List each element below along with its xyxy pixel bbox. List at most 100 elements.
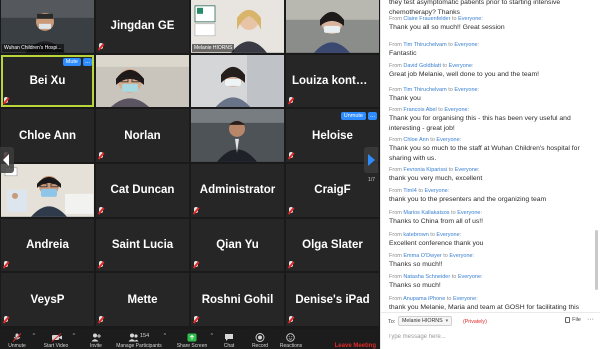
more-options-icon[interactable]: ··· xyxy=(587,316,594,323)
sender-name[interactable]: Chloe Ann xyxy=(403,137,428,143)
participant-name: Saint Lucia xyxy=(111,238,174,251)
participant-name: Chloe Ann xyxy=(18,129,77,142)
chevron-up-icon[interactable]: ^ xyxy=(33,333,35,339)
sender-name[interactable]: Claire Frauenfelder xyxy=(403,16,450,22)
recipient-dropdown[interactable]: Melanie HIORNS ▾ xyxy=(398,316,453,326)
chat-message-header: From Fevronia Kiparissi to Everyone: xyxy=(389,167,480,173)
participant-tile[interactable] xyxy=(191,54,284,108)
participant-tile[interactable]: Saint Lucia xyxy=(96,218,189,272)
start-video-button[interactable]: Start Video ^ xyxy=(42,329,75,349)
chat-message-text: Thank you all so much!! Great session xyxy=(389,24,505,32)
chevron-up-icon[interactable]: ^ xyxy=(73,333,75,339)
participant-tile[interactable]: Melanie HIORNS xyxy=(191,0,284,53)
participant-name: Qian Yu xyxy=(216,238,259,251)
to-word: to xyxy=(451,210,456,216)
unmute-label: Unmute xyxy=(8,343,26,349)
reactions-label: Reactions xyxy=(279,343,303,349)
participant-tile[interactable]: Louiza kontara i... xyxy=(286,54,379,108)
chat-message-text: Thanks so much! xyxy=(389,282,441,290)
invite-button[interactable]: Invite xyxy=(88,329,104,349)
participant-tile[interactable]: Denise's iPad xyxy=(286,273,379,326)
sender-name[interactable]: TimI4 xyxy=(403,188,417,194)
sender-name[interactable]: Marios Kallakatsos xyxy=(403,210,449,216)
tile-mute-button[interactable]: Unmute xyxy=(340,112,366,121)
sender-name[interactable]: Tim Thiruchelvam xyxy=(403,87,446,93)
more-options-icon[interactable]: ... xyxy=(367,112,377,121)
reactions-button[interactable]: Reactions xyxy=(280,329,302,349)
to-word: to xyxy=(451,274,457,280)
next-page-arrow-icon[interactable] xyxy=(364,147,378,173)
participant-name: Cat Duncan xyxy=(110,184,175,197)
chat-message-input[interactable] xyxy=(388,331,588,343)
start-video-label: Start Video xyxy=(43,343,69,349)
participant-tile[interactable] xyxy=(96,54,189,108)
sender-name[interactable]: Fevronia Kiparissi xyxy=(403,167,447,173)
chat-button[interactable]: Chat xyxy=(222,329,236,349)
microphone-muted-icon xyxy=(3,261,9,269)
tile-hover-controls: Mute... xyxy=(62,57,92,66)
chat-message: From Tim Thiruchelvam to Everyone: Thank … xyxy=(389,87,595,104)
chat-bubble-icon xyxy=(224,333,234,342)
microphone-muted-icon xyxy=(288,151,294,160)
participant-tile[interactable]: Chloe Ann xyxy=(1,109,94,162)
participant-name: Norlan xyxy=(124,129,161,142)
chevron-up-icon[interactable]: ^ xyxy=(211,333,213,339)
participant-name: CraigF xyxy=(314,184,351,197)
to-word: to xyxy=(442,63,448,69)
add-user-icon xyxy=(91,333,101,342)
participant-name-label: Melanie HIORNS xyxy=(192,43,235,52)
participant-tile[interactable]: Qian Yu xyxy=(191,218,284,272)
participant-tile[interactable]: Wuhan Children's Hospi... xyxy=(1,0,94,53)
sender-name[interactable]: Francois Abel xyxy=(403,107,436,113)
participant-tile[interactable] xyxy=(286,0,379,53)
from-label: From xyxy=(389,87,402,93)
chat-message-header: From Tim Thiruchelvam to Everyone: xyxy=(389,42,480,48)
file-icon xyxy=(565,317,571,323)
participant-tile[interactable]: Jingdan GE xyxy=(96,0,189,53)
participant-name-label: Wuhan Children's Hospi... xyxy=(2,43,64,52)
file-button[interactable]: File xyxy=(565,317,581,323)
sender-name[interactable]: katebrown xyxy=(403,232,428,238)
chat-message-text: Thanks to China from all of us!! xyxy=(389,218,484,226)
participant-tile[interactable]: Roshni Gohil xyxy=(191,273,284,326)
participant-tile[interactable] xyxy=(1,163,94,217)
chat-message-list[interactable]: they test asymptomatic patients prior to… xyxy=(381,0,595,312)
share-screen-label: Share Screen xyxy=(176,343,208,349)
sender-name[interactable]: Emma O'Dwyer xyxy=(403,253,441,259)
chat-message-text: thank you to the presenters and the orga… xyxy=(389,196,547,204)
participant-tile[interactable]: Olga Slater xyxy=(286,218,379,272)
sender-name[interactable]: Tim Thiruchelvam xyxy=(403,42,446,48)
recipient-name: Everyone xyxy=(436,232,460,238)
more-options-icon[interactable]: ... xyxy=(82,57,92,66)
record-button[interactable]: Record xyxy=(252,329,268,349)
sender-name[interactable]: David Goldblatt xyxy=(403,63,441,69)
participant-tile[interactable]: Administrator xyxy=(191,163,284,217)
sender-name[interactable]: Natasha Schneider xyxy=(403,274,450,280)
leave-meeting-button[interactable]: Leave Meeting xyxy=(335,329,376,349)
to-word: to xyxy=(448,42,453,48)
chat-label: Chat xyxy=(223,343,235,349)
to-word: to xyxy=(430,137,435,143)
participant-tile[interactable]: Bei Xu Mute... xyxy=(1,54,94,108)
to-word: to xyxy=(446,296,452,302)
tile-mute-button[interactable]: Mute xyxy=(62,57,81,66)
participant-tile[interactable]: Cat Duncan xyxy=(96,163,189,217)
share-screen-button[interactable]: Share Screen ^ xyxy=(176,329,213,349)
chat-message: they test asymptomatic patients prior to… xyxy=(389,0,595,17)
participant-tile[interactable]: Andreia xyxy=(1,218,94,272)
manage-participants-button[interactable]: 154 Manage Participants ^ xyxy=(116,329,166,349)
microphone-muted-icon xyxy=(98,315,104,324)
chevron-up-icon[interactable]: ^ xyxy=(164,333,166,339)
participant-tile[interactable]: Norlan xyxy=(96,109,189,162)
sender-name[interactable]: Anupama iPhone xyxy=(403,296,445,302)
unmute-button[interactable]: Unmute ^ xyxy=(4,329,35,349)
chat-message-header: From TimI4 to Everyone: xyxy=(389,188,450,194)
previous-page-arrow-icon[interactable] xyxy=(0,147,14,173)
participant-tile[interactable]: VeysP xyxy=(1,273,94,326)
to-word: to xyxy=(451,16,457,22)
participant-tile[interactable]: Mette xyxy=(96,273,189,326)
participant-name: Olga Slater xyxy=(302,238,363,251)
participant-name: Jingdan GE xyxy=(110,20,175,33)
participant-tile[interactable] xyxy=(191,109,284,162)
chat-scrollbar[interactable] xyxy=(595,230,598,290)
